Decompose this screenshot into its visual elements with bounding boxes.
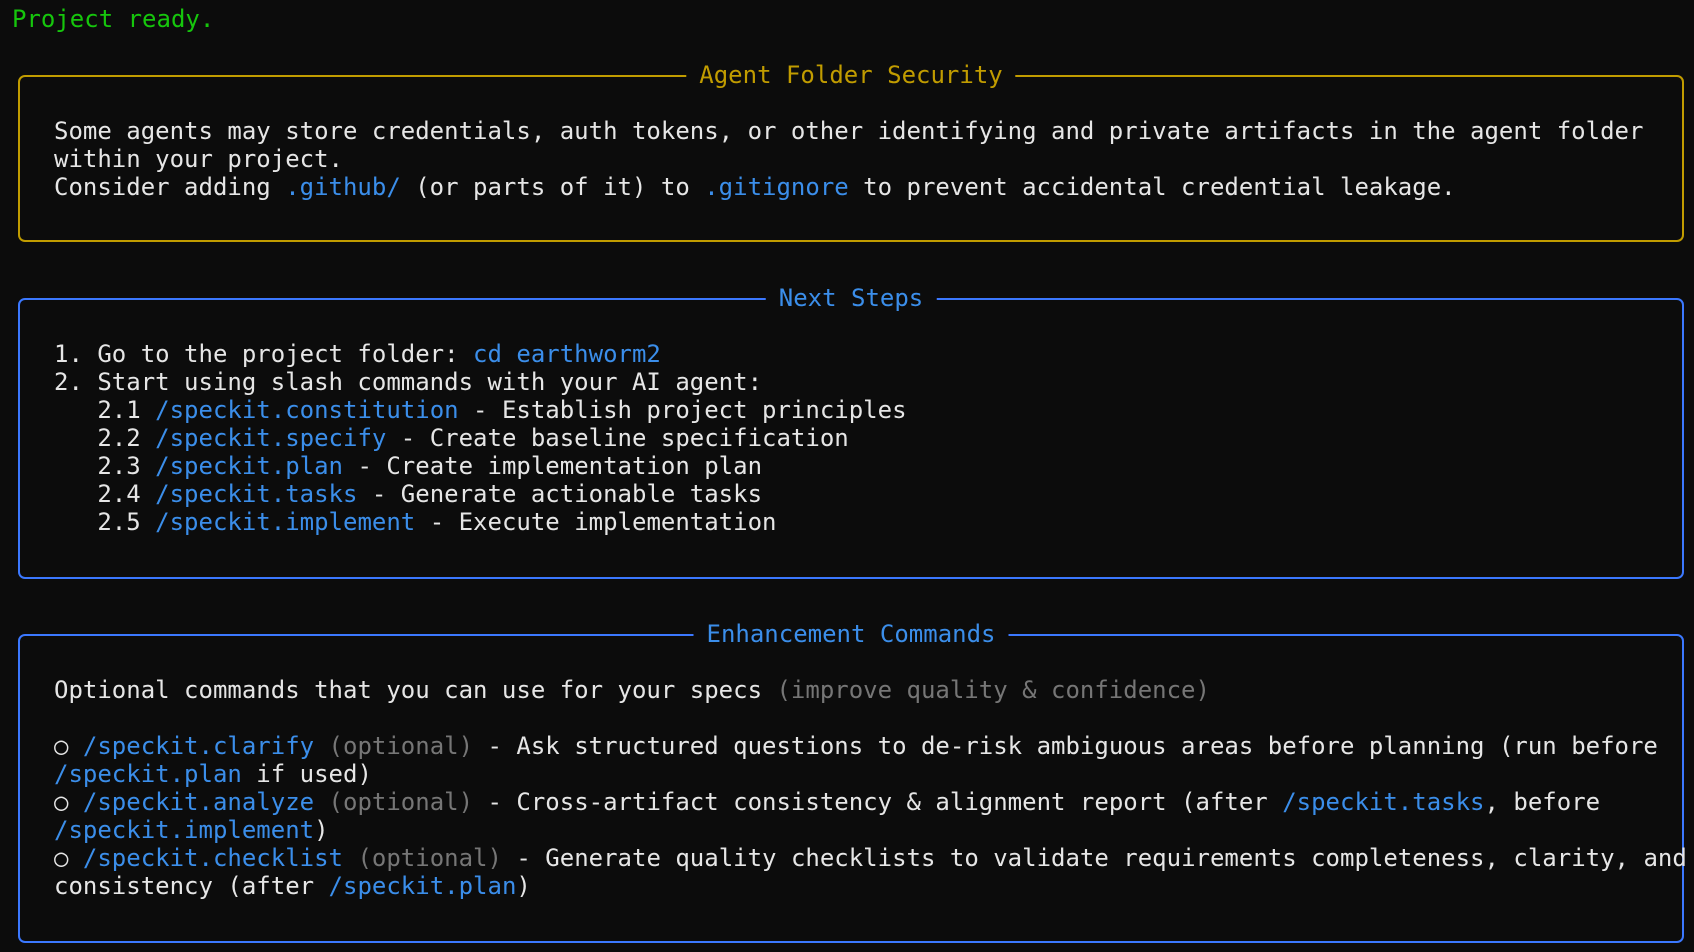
gitignore-file: .gitignore: [704, 173, 849, 201]
bullet-icon: ○: [54, 788, 69, 816]
step-1: 1. Go to the project folder: cd earthwor…: [54, 340, 1648, 368]
substep-description: - Execute implementation: [415, 508, 777, 536]
substep-description: - Create implementation plan: [343, 452, 763, 480]
security-text-line-1: Some agents may store credentials, auth …: [54, 117, 1644, 145]
checklist-command: /speckit.checklist: [82, 844, 343, 872]
enhancement-panel: Enhancement Commands Optional commands t…: [18, 620, 1687, 943]
clarify-item-continued: /speckit.plan if used): [54, 760, 1648, 788]
clarify-description: - Ask structured questions to de-risk am…: [473, 732, 1658, 760]
substep-number: 2.1: [54, 396, 156, 424]
implement-command-ref: /speckit.implement: [54, 816, 315, 844]
substep-number: 2.4: [54, 480, 156, 508]
tasks-command: /speckit.tasks: [155, 480, 358, 508]
security-text-line-3: Consider adding .github/ (or parts of it…: [54, 173, 1648, 201]
implement-command: /speckit.implement: [155, 508, 416, 536]
bullet-icon: ○: [54, 732, 69, 760]
intro-note: (improve quality & confidence): [776, 676, 1210, 704]
optional-tag: (optional): [328, 788, 474, 816]
substep-description: - Establish project principles: [458, 396, 907, 424]
analyze-description: - Cross-artifact consistency & alignment…: [473, 788, 1283, 816]
checklist-item: ○ /speckit.checklist (optional) - Genera…: [54, 844, 1687, 872]
analyze-continuation: ): [314, 816, 329, 844]
checklist-continuation: ): [516, 872, 531, 900]
substep-description: - Generate actionable tasks: [357, 480, 763, 508]
enhancement-intro: Optional commands that you can use for y…: [54, 676, 1648, 704]
intro-text: Optional commands that you can use for y…: [54, 676, 777, 704]
optional-tag: (optional): [357, 844, 502, 872]
analyze-description-tail: , before: [1484, 788, 1601, 816]
substep-plan: 2.3 /speckit.plan - Create implementatio…: [54, 452, 1648, 480]
checklist-item-continued: consistency (after /speckit.plan): [54, 872, 1648, 900]
security-text-line-2: within your project.: [54, 145, 343, 173]
checklist-continuation-prefix: consistency (after: [54, 872, 329, 900]
analyze-item: ○ /speckit.analyze (optional) - Cross-ar…: [54, 788, 1648, 816]
github-folder-path: .github/: [285, 173, 401, 201]
specify-command: /speckit.specify: [155, 424, 387, 452]
tasks-command-ref: /speckit.tasks: [1282, 788, 1485, 816]
security-line3-suffix: to prevent accidental credential leakage…: [848, 173, 1456, 201]
security-line3-middle: (or parts of it) to: [400, 173, 705, 201]
cd-command: cd earthworm2: [473, 340, 661, 368]
step-1-label: 1. Go to the project folder:: [54, 340, 474, 368]
step-2: 2. Start using slash commands with your …: [54, 368, 763, 396]
next-steps-title: Next Steps: [765, 284, 937, 312]
bullet-icon: ○: [54, 844, 69, 872]
substep-specify: 2.2 /speckit.specify - Create baseline s…: [54, 424, 1648, 452]
enhancement-title: Enhancement Commands: [693, 620, 1009, 648]
clarify-continuation: if used): [241, 760, 372, 788]
analyze-command: /speckit.analyze: [82, 788, 315, 816]
clarify-command: /speckit.clarify: [82, 732, 315, 760]
security-panel-title: Agent Folder Security: [686, 61, 1016, 89]
status-message: Project ready.: [12, 5, 215, 33]
security-line3-prefix: Consider adding: [54, 173, 286, 201]
plan-command-ref: /speckit.plan: [54, 760, 242, 788]
substep-number: 2.2: [54, 424, 156, 452]
plan-command: /speckit.plan: [155, 452, 343, 480]
substep-implement: 2.5 /speckit.implement - Execute impleme…: [54, 508, 1648, 536]
checklist-description: - Generate quality checklists to validat…: [501, 844, 1687, 872]
substep-constitution: 2.1 /speckit.constitution - Establish pr…: [54, 396, 1648, 424]
analyze-item-continued: /speckit.implement): [54, 816, 1648, 844]
plan-command-ref: /speckit.plan: [328, 872, 517, 900]
constitution-command: /speckit.constitution: [155, 396, 459, 424]
optional-tag: (optional): [328, 732, 474, 760]
security-panel: Agent Folder Security Some agents may st…: [18, 61, 1684, 242]
next-steps-panel: Next Steps 1. Go to the project folder: …: [18, 284, 1684, 579]
substep-number: 2.5: [54, 508, 156, 536]
clarify-item: ○ /speckit.clarify (optional) - Ask stru…: [54, 732, 1658, 760]
substep-description: - Create baseline specification: [386, 424, 849, 452]
substep-tasks: 2.4 /speckit.tasks - Generate actionable…: [54, 480, 1648, 508]
substep-number: 2.3: [54, 452, 156, 480]
